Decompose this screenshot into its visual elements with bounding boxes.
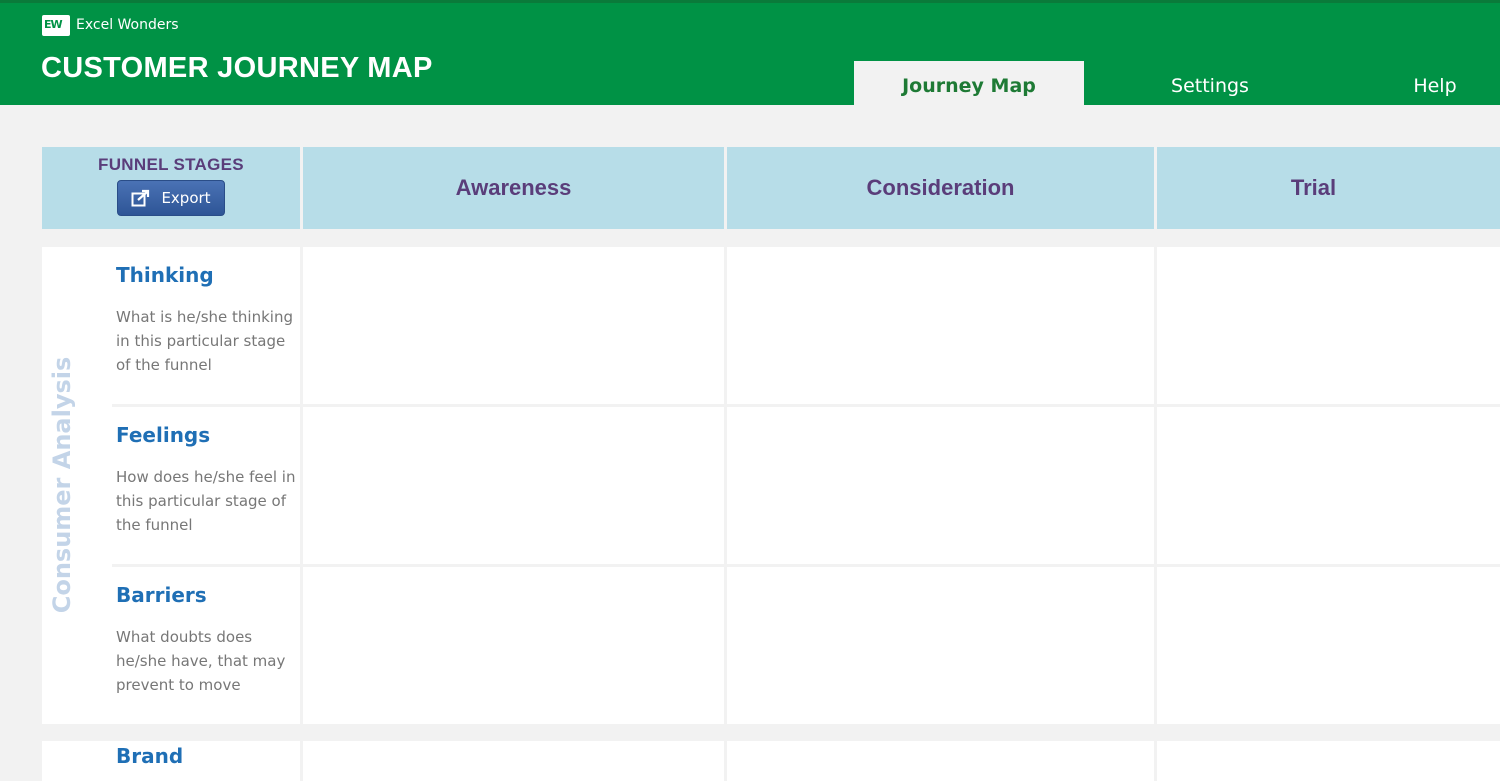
stage-header-trial: Trial — [1157, 147, 1500, 229]
cell-brand-consideration[interactable] — [727, 741, 1154, 781]
page-title: CUSTOMER JOURNEY MAP — [41, 52, 433, 84]
row-description: What is he/she thinking in this particul… — [116, 308, 293, 374]
cell-feelings-awareness[interactable] — [303, 407, 724, 564]
app-header: EW Excel Wonders CUSTOMER JOURNEY MAP Jo… — [0, 0, 1500, 108]
row-label-thinking: Thinking What is he/she thinking in this… — [112, 247, 300, 404]
cell-brand-trial[interactable] — [1157, 741, 1500, 781]
row-label-feelings: Feelings How does he/she feel in this pa… — [112, 407, 300, 564]
row-title: Barriers — [116, 583, 207, 607]
tab-help[interactable]: Help — [1360, 61, 1500, 108]
cell-thinking-awareness[interactable] — [303, 247, 724, 404]
export-icon — [131, 189, 150, 207]
brand-logo-text: EW — [44, 17, 63, 31]
cell-thinking-trial[interactable] — [1157, 247, 1500, 404]
funnel-stages-title: FUNNEL STAGES — [98, 155, 244, 174]
row-title: Feelings — [116, 423, 211, 447]
stage-header-awareness: Awareness — [303, 147, 724, 229]
section-label-consumer-analysis: Consumer Analysis — [48, 356, 76, 614]
export-button-label: Export — [161, 189, 211, 207]
tab-journey-map[interactable]: Journey Map — [854, 61, 1084, 108]
cell-thinking-consideration[interactable] — [727, 247, 1154, 404]
cell-brand-awareness[interactable] — [303, 741, 724, 781]
brand-logo: EW — [42, 14, 70, 36]
stage-header-consideration: Consideration — [727, 147, 1154, 229]
brand: EW Excel Wonders — [42, 14, 179, 36]
row-title-brand: Brand — [116, 744, 184, 768]
tab-settings[interactable]: Settings — [1095, 61, 1325, 108]
cell-feelings-trial[interactable] — [1157, 407, 1500, 564]
cell-barriers-awareness[interactable] — [303, 567, 724, 724]
cell-barriers-consideration[interactable] — [727, 567, 1154, 724]
funnel-stages-header: FUNNEL STAGES Export — [42, 147, 300, 229]
row-description: What doubts does he/she have, that may p… — [116, 628, 286, 694]
row-title: Thinking — [116, 263, 214, 287]
brand-name: Excel Wonders — [76, 17, 179, 33]
row-description: How does he/she feel in this particular … — [116, 468, 296, 534]
export-button[interactable]: Export — [117, 180, 225, 216]
cell-feelings-consideration[interactable] — [727, 407, 1154, 564]
row-label-barriers: Barriers What doubts does he/she have, t… — [112, 567, 300, 724]
cell-barriers-trial[interactable] — [1157, 567, 1500, 724]
